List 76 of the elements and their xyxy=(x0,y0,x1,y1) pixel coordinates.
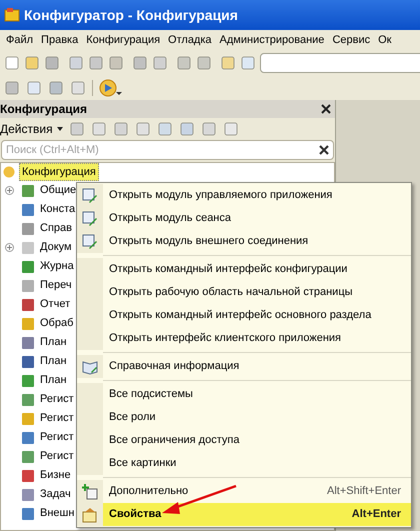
close-icon[interactable] xyxy=(321,104,331,114)
tree-item[interactable]: Обраб xyxy=(40,315,74,332)
object-icon xyxy=(20,202,36,218)
object-icon xyxy=(20,334,36,350)
object-icon xyxy=(20,258,36,274)
expand-icon[interactable] xyxy=(4,243,14,252)
app-icon xyxy=(4,7,20,23)
menu-item[interactable]: Дополнительно Alt+Shift+Enter xyxy=(77,480,411,503)
menu-item[interactable]: Файл xyxy=(6,32,34,48)
object-icon xyxy=(20,448,36,464)
tree-item[interactable]: Отчет xyxy=(40,296,70,313)
tree-item[interactable]: Конста xyxy=(40,201,76,218)
menu-item[interactable]: Конфигурация xyxy=(86,32,160,48)
clear-icon[interactable] xyxy=(318,144,330,156)
object-icon xyxy=(20,354,36,370)
expand-icon[interactable] xyxy=(4,186,14,195)
tree-item[interactable]: Журна xyxy=(40,258,74,275)
menu-item[interactable]: Открыть модуль управляемого приложения xyxy=(77,184,411,207)
object-icon xyxy=(20,372,36,388)
object-icon xyxy=(20,506,36,522)
tree-search-field[interactable]: Поиск (Ctrl+Alt+M) xyxy=(1,140,334,160)
object-icon xyxy=(20,240,36,256)
menu-item[interactable]: Правка xyxy=(41,32,78,48)
tree-item[interactable]: Регист xyxy=(40,410,74,427)
object-icon xyxy=(20,296,36,312)
object-icon xyxy=(20,182,36,198)
tree-item[interactable]: Задач xyxy=(40,486,71,503)
module-icon xyxy=(82,188,98,204)
tree-item[interactable]: Внешн xyxy=(40,505,74,522)
window-title: Конфигуратор - Конфигурация xyxy=(24,6,238,25)
tree-item[interactable]: Справ xyxy=(40,220,72,237)
menu-item[interactable]: Все ограничения доступа xyxy=(77,429,411,452)
module-icon xyxy=(82,210,98,226)
tree-item[interactable]: Конфигурация xyxy=(19,162,99,182)
menu-item[interactable]: Все роли xyxy=(77,406,411,429)
tree-item[interactable]: Общие xyxy=(40,182,76,199)
menu-item[interactable]: Все подсистемы xyxy=(77,383,411,406)
tree-item[interactable]: Докум xyxy=(40,239,72,256)
play-icon[interactable] xyxy=(99,79,123,97)
menu-item[interactable]: Администрирование xyxy=(220,32,324,48)
tree-item[interactable]: Регист xyxy=(40,429,74,446)
menu-item[interactable]: Открыть модуль внешнего соединения xyxy=(77,230,411,253)
add-window-icon xyxy=(82,484,98,500)
search-field[interactable] xyxy=(260,53,420,73)
menu-item[interactable]: Справочная информация xyxy=(77,355,411,378)
object-icon xyxy=(20,486,36,502)
actions-menu-button[interactable]: Действия xyxy=(0,120,63,138)
panel-title: Конфигурация xyxy=(0,101,88,118)
menu-item[interactable]: Сервис xyxy=(332,32,370,48)
object-icon xyxy=(20,278,36,294)
object-icon xyxy=(20,468,36,484)
menu-item[interactable]: Открыть командный интерфейс конфигурации xyxy=(77,258,411,281)
menu-item[interactable]: Открыть рабочую область начальной страницы xyxy=(77,281,411,304)
object-icon xyxy=(20,220,36,236)
menu-item[interactable]: Открыть командный интерфейс основного раздела xyxy=(77,304,411,327)
tree-item[interactable]: План xyxy=(40,353,67,370)
menu-item[interactable]: Свойства Alt+Enter xyxy=(77,503,411,526)
object-icon xyxy=(20,316,36,332)
menu-item[interactable]: Открыть интерфейс клиентского приложения xyxy=(77,327,411,350)
tree-item[interactable]: Регист xyxy=(40,448,74,465)
book-icon xyxy=(82,358,98,374)
tree-item[interactable]: План xyxy=(40,334,67,351)
tree-item[interactable]: Бизне xyxy=(40,467,71,484)
object-icon xyxy=(20,430,36,446)
object-icon xyxy=(20,410,36,426)
tree-item[interactable]: План xyxy=(40,372,67,389)
menu-item[interactable]: Ок xyxy=(378,32,392,48)
menu-item[interactable]: Открыть модуль сеанса xyxy=(77,207,411,230)
tree-item[interactable]: Регист xyxy=(40,391,74,408)
configuration-icon xyxy=(3,166,15,178)
menu-item[interactable]: Все картинки xyxy=(77,452,411,475)
menu-item[interactable]: Отладка xyxy=(168,32,212,48)
object-icon xyxy=(20,392,36,408)
module-icon xyxy=(82,234,98,250)
tree-item[interactable]: Переч xyxy=(40,277,72,294)
properties-icon xyxy=(82,506,98,522)
